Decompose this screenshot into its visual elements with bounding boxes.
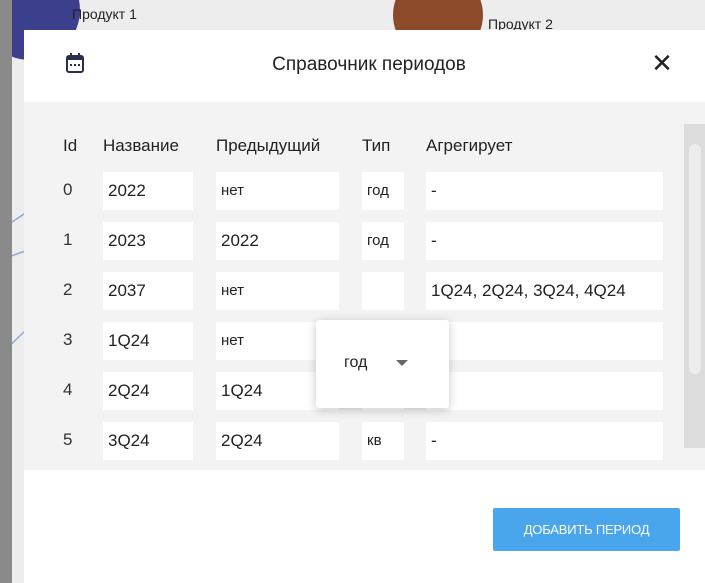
- name-field[interactable]: 1Q24: [103, 322, 193, 360]
- column-header-type: Тип: [362, 136, 391, 155]
- add-period-button[interactable]: ДОБАВИТЬ ПЕРИОД: [493, 508, 680, 551]
- aggregates-field[interactable]: -: [426, 422, 663, 460]
- type-select-open[interactable]: год: [316, 320, 449, 408]
- aggregates-field[interactable]: -: [426, 222, 663, 260]
- chevron-down-icon[interactable]: [396, 360, 408, 366]
- name-field[interactable]: 2037: [103, 272, 193, 310]
- periods-dialog: Справочник периодов ✕ Id Название Предыд…: [24, 30, 705, 583]
- row-id: 1: [63, 230, 73, 249]
- type-select[interactable]: год: [362, 222, 404, 260]
- previous-field[interactable]: нет: [216, 272, 339, 310]
- dialog-header: Справочник периодов ✕: [24, 30, 705, 102]
- dialog-title: Справочник периодов: [272, 54, 466, 75]
- aggregates-field[interactable]: -: [426, 372, 663, 410]
- row-id: 5: [63, 430, 73, 449]
- column-header-previous: Предыдущий: [216, 136, 321, 155]
- row-id: 0: [63, 180, 73, 199]
- table-row: 0 2022 нет год -: [24, 172, 705, 210]
- column-header-name: Название: [103, 136, 179, 155]
- aggregates-field[interactable]: 1Q24, 2Q24, 3Q24, 4Q24: [426, 272, 663, 310]
- background-label-product-1: Продукт 1: [72, 6, 137, 22]
- type-select-value: год: [344, 354, 368, 371]
- aggregates-field[interactable]: -: [426, 172, 663, 210]
- previous-field[interactable]: 2022: [216, 222, 339, 260]
- table-scrollbar-thumb[interactable]: [689, 144, 701, 374]
- type-select[interactable]: [362, 272, 404, 310]
- name-field[interactable]: 3Q24: [103, 422, 193, 460]
- periods-table-panel: Id Название Предыдущий Тип Агрегирует 0 …: [24, 102, 705, 470]
- table-row: 2 2037 нет 1Q24, 2Q24, 3Q24, 4Q24: [24, 272, 705, 310]
- row-id: 2: [63, 280, 73, 299]
- previous-field[interactable]: 2Q24: [216, 422, 339, 460]
- aggregates-field[interactable]: -: [426, 322, 663, 360]
- close-icon[interactable]: ✕: [647, 48, 677, 78]
- name-field[interactable]: 2Q24: [103, 372, 193, 410]
- column-header-aggregates: Агрегирует: [426, 136, 513, 155]
- table-row: 1 2023 2022 год -: [24, 222, 705, 260]
- row-id: 4: [63, 380, 73, 399]
- table-row: 5 3Q24 2Q24 кв -: [24, 422, 705, 460]
- name-field[interactable]: 2022: [103, 172, 193, 210]
- type-select[interactable]: кв: [362, 422, 404, 460]
- row-id: 3: [63, 330, 73, 349]
- column-header-id: Id: [63, 136, 78, 155]
- name-field[interactable]: 2023: [103, 222, 193, 260]
- type-select[interactable]: год: [362, 172, 404, 210]
- previous-field[interactable]: нет: [216, 172, 339, 210]
- background-left-strip: [0, 0, 12, 583]
